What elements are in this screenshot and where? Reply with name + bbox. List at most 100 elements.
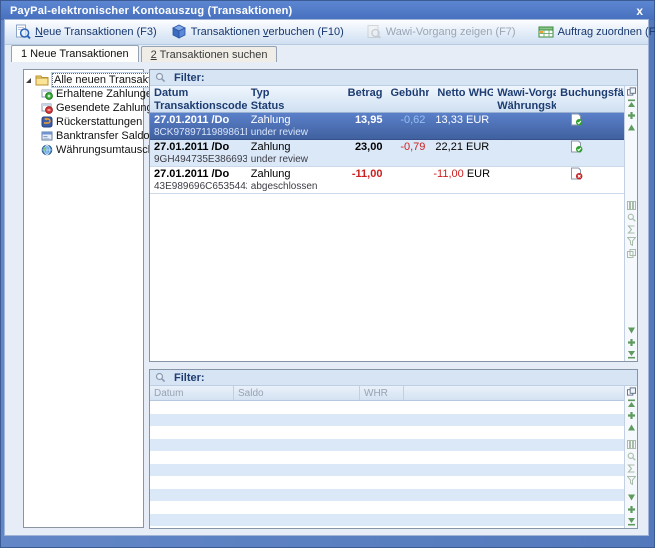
empty-saldo-row: [150, 439, 624, 452]
transaction-category-tree: Alle neuen Transaktionen Erhaltene Zahlu…: [23, 69, 144, 528]
sum-tool-icon[interactable]: [627, 464, 636, 473]
empty-saldo-row: [150, 476, 624, 489]
tab-page-content: Alle neuen Transaktionen Erhaltene Zahlu…: [5, 62, 648, 535]
app-window: PayPal-elektronischer Kontoauszug (Trans…: [0, 0, 655, 548]
transactions-filter-bar[interactable]: Filter:: [150, 70, 637, 86]
column-header-saldo[interactable]: Saldo: [234, 386, 360, 400]
transactions-grid-header[interactable]: Datum Typ Betrag Gebühr Netto WHG Wawi-V…: [150, 86, 624, 113]
tree-item-erhaltene-zahlungen[interactable]: Erhaltene Zahlungen: [24, 87, 143, 101]
close-button[interactable]: x: [634, 5, 645, 17]
post-transactions-button[interactable]: Transaktionen verbuchen (F10): [165, 21, 350, 43]
column-header-betrag[interactable]: Betrag: [342, 87, 387, 99]
sent-payments-icon: [41, 102, 53, 114]
tree-item-alle-neuen-transaktionen[interactable]: Alle neuen Transaktionen: [24, 73, 143, 87]
empty-saldo-row: [150, 464, 624, 477]
toolbar-button-label: Wawi-Vorgang zeigen (F7): [386, 26, 516, 38]
filter-label: Filter:: [174, 72, 205, 84]
window-title: PayPal-elektronischer Kontoauszug (Trans…: [10, 5, 292, 17]
column-header-status[interactable]: Status: [247, 100, 342, 112]
transaction-row[interactable]: 27.01.2011 /Do Zahlung 13,95 -0,62 13,33…: [150, 113, 624, 140]
tree-item-rueckerstattungen[interactable]: Rückerstattungen: [24, 115, 143, 129]
tree-item-gesendete-zahlungen[interactable]: Gesendete Zahlungen: [24, 101, 143, 115]
window-body: Neue Transaktionen (F3) Transaktionen ve…: [5, 20, 648, 535]
column-header-datum[interactable]: Datum: [150, 87, 247, 99]
new-transactions-button[interactable]: Neue Transaktionen (F3): [9, 21, 163, 43]
column-header-transaktionscode[interactable]: Transaktionscode: [150, 100, 247, 112]
column-header-datum[interactable]: Datum: [150, 386, 234, 400]
scroll-up-icon[interactable]: [627, 423, 636, 432]
search-tool-icon[interactable]: [627, 452, 636, 461]
transaction-row[interactable]: 27.01.2011 /Do Zahlung -11,00 -11,00 EUR: [150, 167, 624, 194]
column-header-whr[interactable]: WHR: [360, 386, 404, 400]
empty-saldo-row: [150, 501, 624, 514]
empty-saldo-row: [150, 401, 624, 414]
toolbar-button-label: Neue Transaktionen (F3): [35, 26, 157, 38]
column-header-typ[interactable]: Typ: [247, 87, 342, 99]
tree-item-waehrungsumtausch[interactable]: Währungsumtausch: [24, 143, 143, 157]
column-header-wawi-vorgang[interactable]: Wawi-Vorgang: [493, 87, 556, 99]
tree-item-label: Währungsumtausch: [56, 144, 154, 156]
tree-item-banktransfer-saldo[interactable]: Banktransfer Saldo: [24, 129, 143, 143]
toolbar: Neue Transaktionen (F3) Transaktionen ve…: [5, 20, 648, 45]
saldo-grid-header[interactable]: Datum Saldo WHR: [150, 386, 624, 401]
scroll-down-page-icon[interactable]: [627, 505, 636, 514]
assign-order-button[interactable]: Auftrag zuordnen (F9): [532, 21, 655, 43]
empty-saldo-row: [150, 426, 624, 439]
grid-empty-area: [150, 194, 624, 361]
tree-item-label: Rückerstattungen: [56, 116, 142, 128]
scroll-down-page-icon[interactable]: [627, 338, 636, 347]
column-header-gebuehr[interactable]: Gebühr: [386, 87, 429, 99]
scroll-last-icon[interactable]: [627, 517, 636, 526]
grid-navigator-strip: [624, 386, 637, 528]
column-header-buchungsfaehig[interactable]: Buchungsfähig: [556, 87, 624, 99]
scroll-up-icon[interactable]: [627, 123, 636, 132]
filter-magnifier-icon: [155, 72, 166, 83]
sum-tool-icon[interactable]: [627, 225, 636, 234]
grid-navigator-strip: [624, 86, 637, 361]
bookable-status-icon: [556, 113, 624, 126]
toolbar-button-label: Auftrag zuordnen (F9): [558, 26, 655, 38]
tab-transaktionen-suchen[interactable]: 2 Transaktionen suchen: [141, 46, 278, 62]
show-wawi-process-button[interactable]: Wawi-Vorgang zeigen (F7): [360, 21, 522, 43]
scroll-down-icon[interactable]: [627, 326, 636, 335]
columns-tool-icon[interactable]: [627, 440, 636, 449]
bookable-status-icon: [556, 167, 624, 180]
saldo-grid: Filter: Datum Saldo WHR: [149, 369, 638, 529]
empty-saldo-row: [150, 414, 624, 427]
tree-item-label: Banktransfer Saldo: [56, 130, 150, 142]
tab-neue-transaktionen[interactable]: 1 Neue Transaktionen: [11, 45, 139, 62]
copy-tool-icon[interactable]: [627, 249, 636, 258]
scroll-up-page-icon[interactable]: [627, 111, 636, 120]
refunds-icon: [41, 116, 53, 128]
assign-order-icon: [538, 24, 554, 40]
toolbar-button-label: Transaktionen verbuchen (F10): [191, 26, 344, 38]
tree-expander-icon[interactable]: [26, 78, 31, 83]
columns-tool-icon[interactable]: [627, 201, 636, 210]
column-chooser-icon[interactable]: [627, 387, 636, 396]
tab-strip: 1 Neue Transaktionen 2 Transaktionen suc…: [5, 45, 648, 62]
scroll-up-page-icon[interactable]: [627, 411, 636, 420]
show-process-icon: [366, 24, 382, 40]
column-header-netto-whg[interactable]: Netto WHG: [429, 87, 493, 99]
tree-item-label: Erhaltene Zahlungen: [56, 88, 158, 100]
search-document-icon: [15, 24, 31, 40]
column-header-waehrungskurs[interactable]: Währungskurs: [493, 100, 556, 112]
filter-label: Filter:: [174, 372, 205, 384]
saldo-filter-bar[interactable]: Filter:: [150, 370, 637, 386]
bottom-grid-rows: [150, 401, 624, 528]
search-tool-icon[interactable]: [627, 213, 636, 222]
scroll-last-icon[interactable]: [627, 350, 636, 359]
scroll-first-icon[interactable]: [627, 99, 636, 108]
scroll-down-icon[interactable]: [627, 493, 636, 502]
scroll-first-icon[interactable]: [627, 399, 636, 408]
bookable-status-icon: [556, 140, 624, 153]
empty-saldo-row: [150, 489, 624, 502]
transactions-grid: Filter: Datum Typ Betrag Gebühr Netto WH…: [149, 69, 638, 362]
column-chooser-icon[interactable]: [627, 87, 636, 96]
folder-icon: [35, 74, 49, 86]
transaction-row[interactable]: 27.01.2011 /Do Zahlung 23,00 -0,79 22,21…: [150, 140, 624, 167]
empty-saldo-row: [150, 514, 624, 527]
filter-tool-icon[interactable]: [627, 237, 636, 246]
post-transactions-icon: [171, 24, 187, 40]
filter-tool-icon[interactable]: [627, 476, 636, 485]
